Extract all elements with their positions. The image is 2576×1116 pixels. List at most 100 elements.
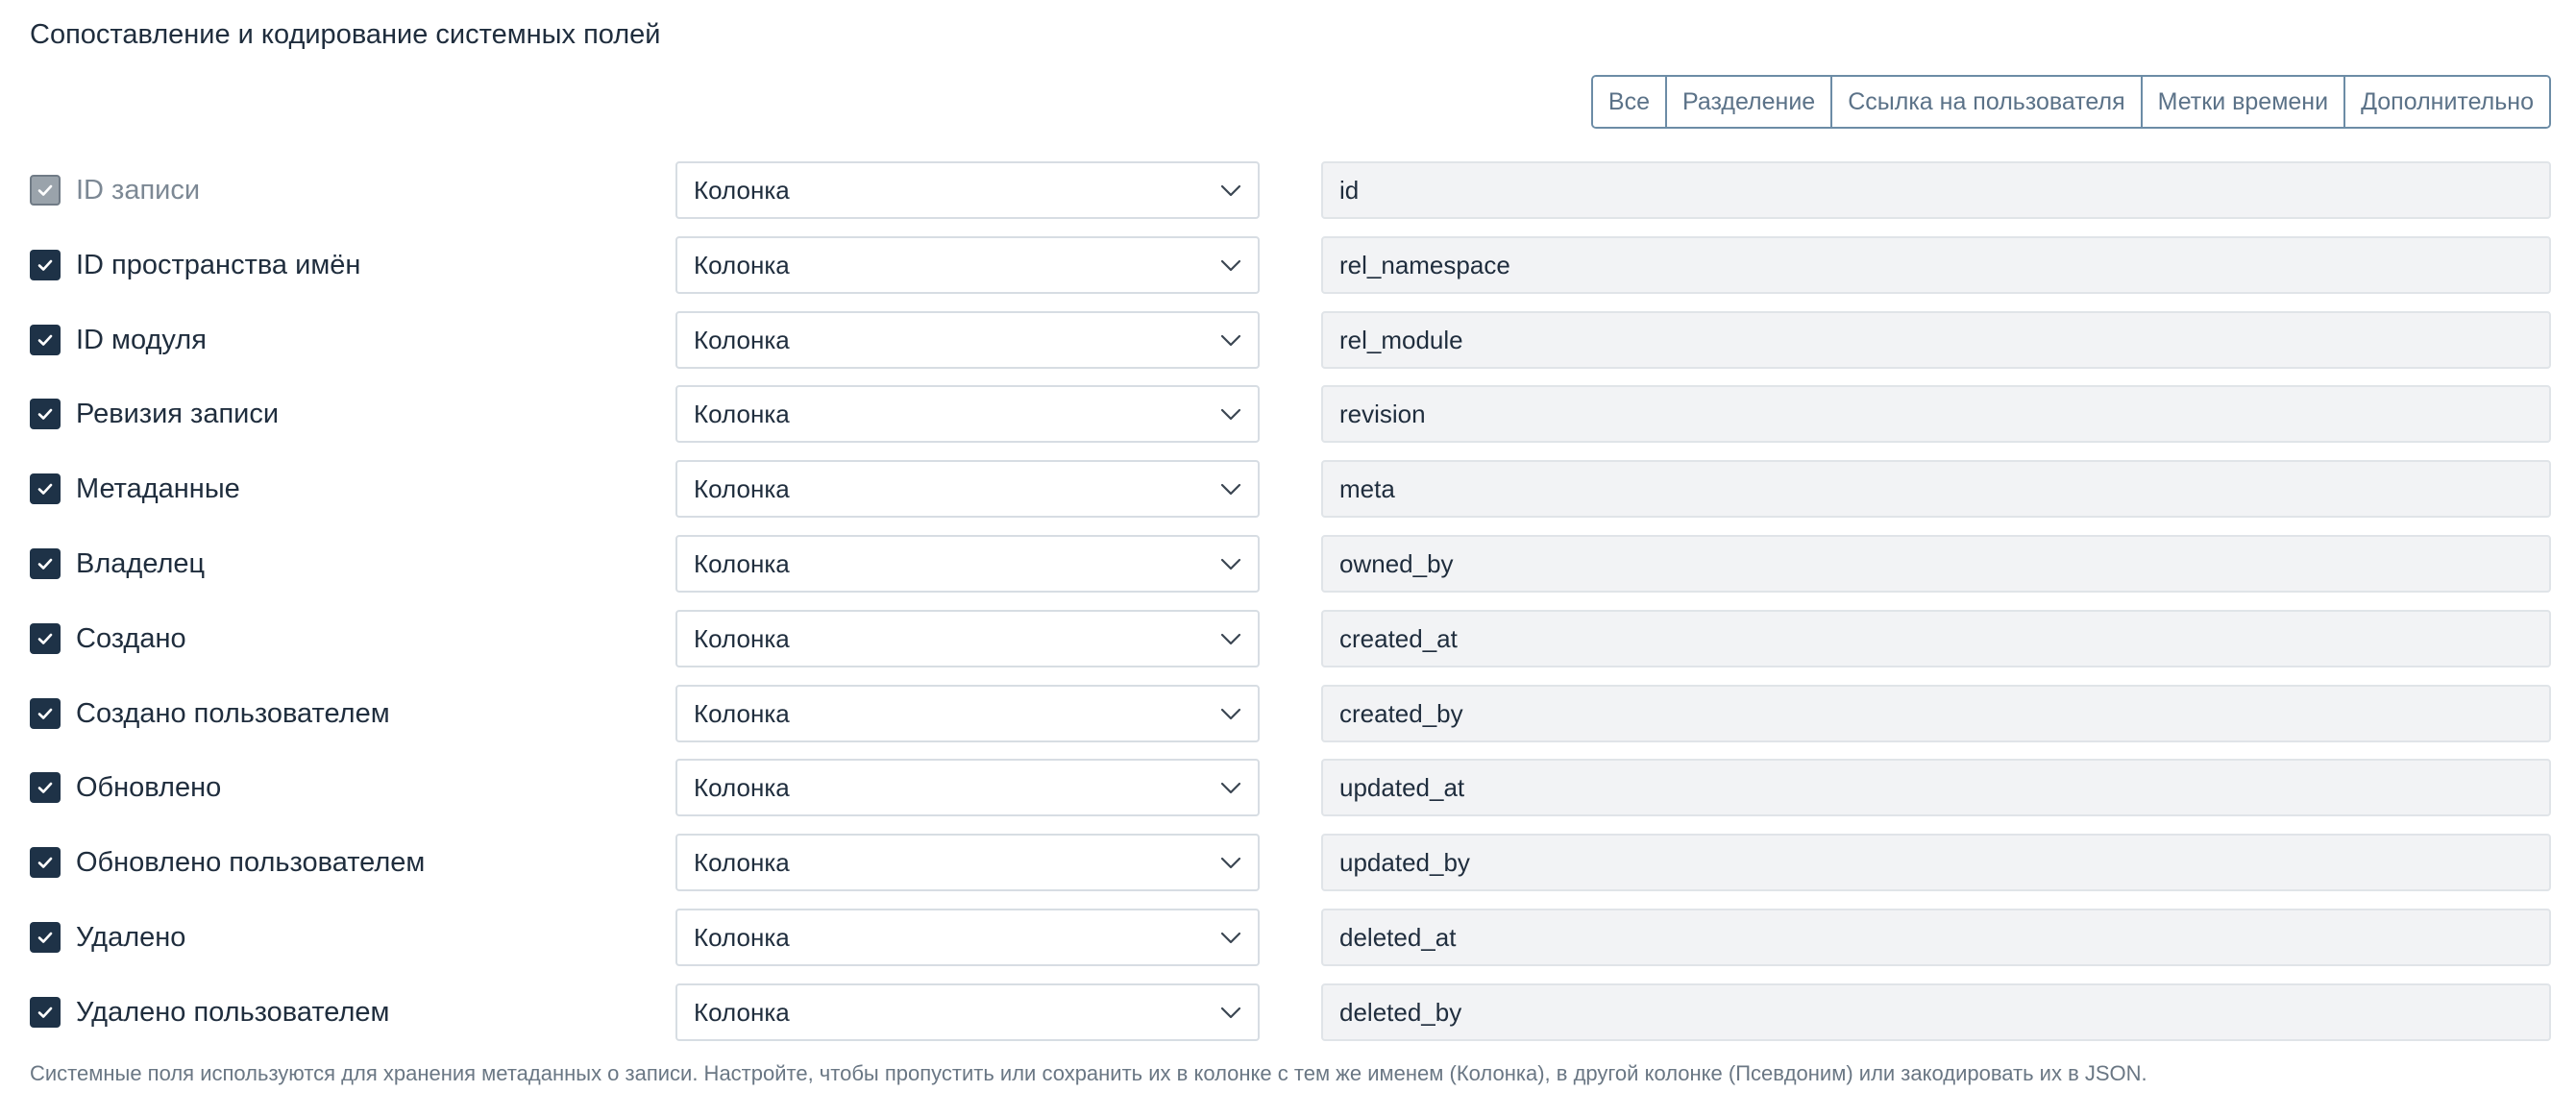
filter-all-button[interactable]: Все	[1592, 77, 1667, 127]
encoding-select[interactable]: Колонка	[675, 685, 1260, 742]
chevron-down-icon	[1219, 255, 1242, 276]
chevron-down-icon	[1219, 628, 1242, 649]
encoding-select-value: Колонка	[694, 624, 790, 653]
field-filter-group: Все Разделение Ссылка на пользователя Ме…	[1590, 75, 2551, 129]
column-name-field: rel_module	[1321, 311, 2551, 369]
chevron-down-icon	[1219, 852, 1242, 873]
column-name-value: created_at	[1339, 624, 1458, 653]
encoding-select-value: Колонка	[694, 251, 790, 279]
check-icon	[36, 330, 55, 350]
column-name-field: created_by	[1321, 685, 2551, 742]
encoding-select-value: Колонка	[694, 998, 790, 1027]
encoding-select-value: Колонка	[694, 699, 790, 728]
field-label: ID записи	[76, 175, 201, 206]
column-name-value: created_by	[1339, 699, 1463, 728]
system-fields-panel: Сопоставление и кодирование системных по…	[0, 0, 2576, 1116]
check-icon	[36, 554, 55, 573]
encoding-select-value: Колонка	[694, 923, 790, 952]
field-checkbox[interactable]	[30, 548, 61, 579]
field-label: Владелец	[76, 548, 206, 579]
encoding-select[interactable]: Колонка	[675, 610, 1260, 667]
field-checkbox[interactable]	[30, 698, 61, 729]
check-icon	[36, 181, 55, 200]
column-name-value: rel_namespace	[1339, 251, 1510, 279]
column-name-field: owned_by	[1321, 535, 2551, 593]
field-checkbox[interactable]	[30, 997, 61, 1028]
encoding-select[interactable]: Колонка	[675, 385, 1260, 443]
encoding-select-value: Колонка	[694, 848, 790, 877]
column-name-value: deleted_at	[1339, 923, 1457, 952]
field-checkbox[interactable]	[30, 325, 61, 355]
encoding-select[interactable]: Колонка	[675, 236, 1260, 294]
field-label: ID модуля	[76, 325, 207, 355]
encoding-select-value: Колонка	[694, 549, 790, 578]
field-checkbox[interactable]	[30, 772, 61, 803]
chevron-down-icon	[1219, 927, 1242, 948]
field-label: Создано пользователем	[76, 698, 390, 729]
encoding-select-value: Колонка	[694, 176, 790, 205]
encoding-select[interactable]: Колонка	[675, 909, 1260, 966]
encoding-select[interactable]: Колонка	[675, 460, 1260, 518]
column-name-value: meta	[1339, 474, 1395, 503]
check-icon	[36, 629, 55, 648]
encoding-select[interactable]: Колонка	[675, 311, 1260, 369]
field-row: Метаданные Колонка meta	[0, 460, 2576, 518]
filter-partitioning-button[interactable]: Разделение	[1666, 77, 1833, 127]
field-label: Удалено	[76, 922, 186, 953]
check-icon	[36, 704, 55, 723]
field-label: ID пространства имён	[76, 250, 361, 280]
field-label: Удалено пользователем	[76, 997, 390, 1028]
encoding-select-value: Колонка	[694, 326, 790, 354]
field-row: ID пространства имён Колонка rel_namespace	[0, 236, 2576, 294]
field-checkbox[interactable]	[30, 473, 61, 504]
encoding-select[interactable]: Колонка	[675, 161, 1260, 219]
filter-user-reference-button[interactable]: Ссылка на пользователя	[1832, 77, 2143, 127]
field-row: Удалено пользователем Колонка deleted_by	[0, 983, 2576, 1041]
column-name-field: revision	[1321, 385, 2551, 443]
column-name-field: rel_namespace	[1321, 236, 2551, 294]
field-row: Обновлено пользователем Колонка updated_by	[0, 834, 2576, 891]
help-text: Системные поля используются для хранения…	[30, 1061, 2147, 1085]
chevron-down-icon	[1219, 1002, 1242, 1023]
filter-extra-button[interactable]: Дополнительно	[2345, 77, 2549, 127]
field-checkbox[interactable]	[30, 922, 61, 953]
check-icon	[36, 1003, 55, 1022]
chevron-down-icon	[1219, 553, 1242, 574]
check-icon	[36, 255, 55, 275]
check-icon	[36, 928, 55, 947]
field-row: Удалено Колонка deleted_at	[0, 909, 2576, 966]
field-row: Создано Колонка created_at	[0, 610, 2576, 667]
field-checkbox[interactable]	[30, 623, 61, 654]
column-name-value: updated_at	[1339, 773, 1465, 802]
encoding-select[interactable]: Колонка	[675, 834, 1260, 891]
column-name-field: created_at	[1321, 610, 2551, 667]
field-row: Владелец Колонка owned_by	[0, 535, 2576, 593]
field-checkbox[interactable]	[30, 399, 61, 429]
filter-timestamps-button[interactable]: Метки времени	[2142, 77, 2346, 127]
field-label: Обновлено	[76, 772, 222, 803]
column-name-field: deleted_at	[1321, 909, 2551, 966]
encoding-select[interactable]: Колонка	[675, 983, 1260, 1041]
column-name-field: updated_by	[1321, 834, 2551, 891]
encoding-select[interactable]: Колонка	[675, 535, 1260, 593]
check-icon	[36, 778, 55, 797]
field-row: ID записи Колонка id	[0, 161, 2576, 219]
chevron-down-icon	[1219, 703, 1242, 724]
column-name-value: owned_by	[1339, 549, 1454, 578]
encoding-select-value: Колонка	[694, 773, 790, 802]
check-icon	[36, 479, 55, 498]
encoding-select-value: Колонка	[694, 474, 790, 503]
field-checkbox[interactable]	[30, 847, 61, 878]
check-icon	[36, 404, 55, 424]
field-checkbox[interactable]	[30, 250, 61, 280]
chevron-down-icon	[1219, 329, 1242, 351]
chevron-down-icon	[1219, 777, 1242, 798]
field-row: ID модуля Колонка rel_module	[0, 311, 2576, 369]
column-name-field: id	[1321, 161, 2551, 219]
column-name-value: updated_by	[1339, 848, 1470, 877]
check-icon	[36, 853, 55, 872]
column-name-value: deleted_by	[1339, 998, 1462, 1027]
encoding-select-value: Колонка	[694, 400, 790, 428]
encoding-select[interactable]: Колонка	[675, 759, 1260, 816]
column-name-field: deleted_by	[1321, 983, 2551, 1041]
